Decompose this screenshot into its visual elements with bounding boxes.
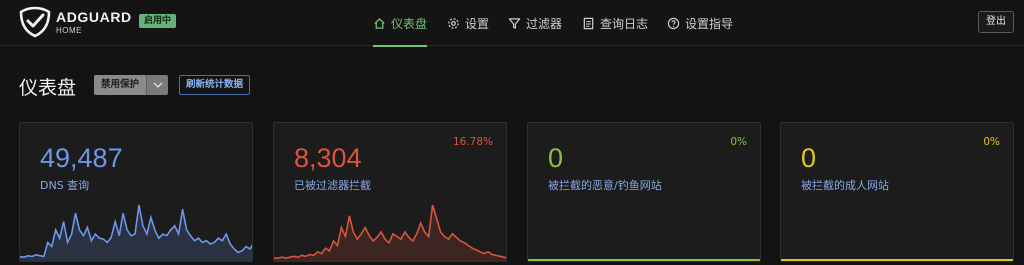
nav-query-log[interactable]: 查询日志	[582, 0, 648, 46]
sparkline-chart	[20, 204, 252, 261]
stat-card-dns-queries: 49,487 DNS 查询	[19, 122, 253, 262]
status-badge: 启用中	[139, 14, 177, 28]
adguard-shield-logo-icon[interactable]	[18, 6, 52, 38]
protection-button-group: 禁用保护	[94, 75, 169, 95]
nav-dashboard-label: 仪表盘	[391, 16, 428, 31]
stat-label: DNS 查询	[40, 179, 90, 192]
home-icon	[374, 17, 385, 29]
stat-card-blocked-malware-phishing: 0 被拦截的恶意/钓鱼网站 0%	[527, 122, 761, 262]
stat-value: 0	[548, 143, 564, 173]
logout-button[interactable]: 登出	[978, 11, 1014, 33]
sparkline-flatline	[528, 259, 760, 261]
sparkline-area	[274, 205, 506, 261]
nav-setup-guide[interactable]: 设置指导	[667, 0, 733, 46]
stat-percent: 0%	[983, 136, 1000, 148]
nav-query-log-label: 查询日志	[600, 16, 649, 31]
refresh-stats-button[interactable]: 刷新统计数据	[179, 75, 251, 95]
stat-value: 0	[801, 143, 817, 173]
stat-value: 49,487	[40, 143, 123, 173]
nav-setup-guide-label: 设置指导	[685, 16, 734, 31]
chevron-down-icon	[153, 82, 162, 88]
stat-card-blocked-by-filters: 8,304 已被过滤器拦截 16.78%	[273, 122, 507, 262]
nav-dashboard[interactable]: 仪表盘	[373, 0, 428, 47]
top-navbar: ADGUARD HOME 启用中 仪表盘 设置 过滤器 查询日志 设置指导 登出	[0, 0, 1024, 47]
stat-value: 8,304	[294, 143, 362, 173]
disable-protection-button[interactable]: 禁用保护	[94, 75, 147, 95]
stat-percent: 16.78%	[452, 136, 493, 148]
stat-label: 被拦截的恶意/钓鱼网站	[548, 179, 662, 192]
nav-filters[interactable]: 过滤器	[508, 0, 562, 46]
page-title: 仪表盘	[19, 77, 77, 99]
brand-name: ADGUARD	[56, 9, 132, 25]
filter-icon	[508, 17, 521, 29]
document-icon	[583, 17, 594, 29]
brand-subtitle: HOME	[56, 26, 82, 35]
help-circle-icon	[667, 17, 680, 29]
sparkline-flatline	[781, 259, 1013, 261]
nav-settings[interactable]: 设置	[447, 0, 489, 46]
stat-card-blocked-adult-sites: 0 被拦截的成人网站 0%	[780, 122, 1014, 262]
nav-filters-label: 过滤器	[526, 16, 563, 31]
sparkline-chart	[274, 204, 506, 261]
protection-dropdown-toggle[interactable]	[146, 75, 169, 95]
stat-percent: 0%	[730, 136, 747, 148]
nav-settings-label: 设置	[465, 16, 490, 31]
gear-icon	[448, 17, 459, 29]
stat-label: 被拦截的成人网站	[801, 179, 889, 192]
stat-label: 已被过滤器拦截	[294, 179, 371, 192]
